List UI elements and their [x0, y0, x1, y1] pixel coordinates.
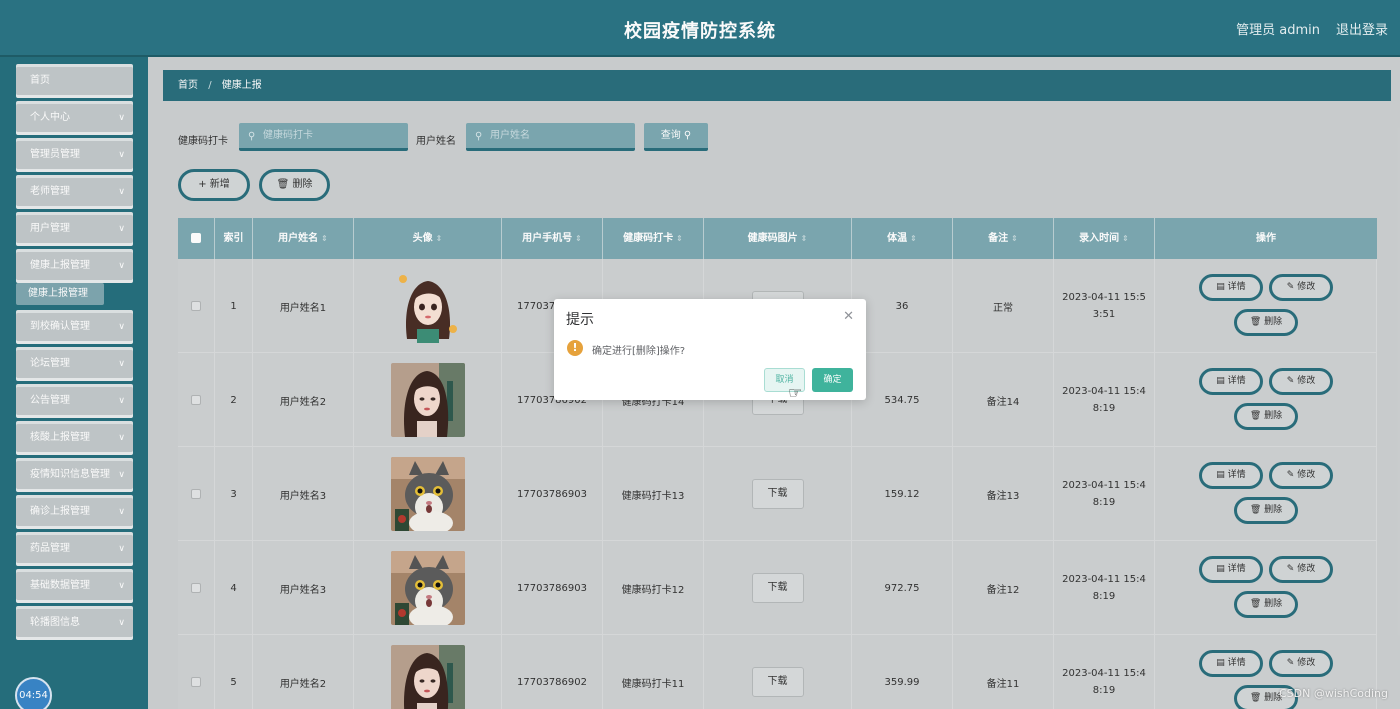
confirm-button[interactable]: 确定 [812, 368, 853, 392]
confirm-dialog: 提示 ✕ ! 确定进行[删除]操作? 取消 确定 [554, 299, 866, 400]
close-icon[interactable]: ✕ [843, 309, 854, 324]
watermark: CSDN @wishCoding [1278, 687, 1388, 700]
warning-icon: ! [567, 340, 583, 356]
hand-cursor-icon: ☞ [788, 383, 803, 402]
dialog-message: 确定进行[删除]操作? [592, 346, 686, 357]
dialog-title: 提示 [566, 312, 594, 328]
